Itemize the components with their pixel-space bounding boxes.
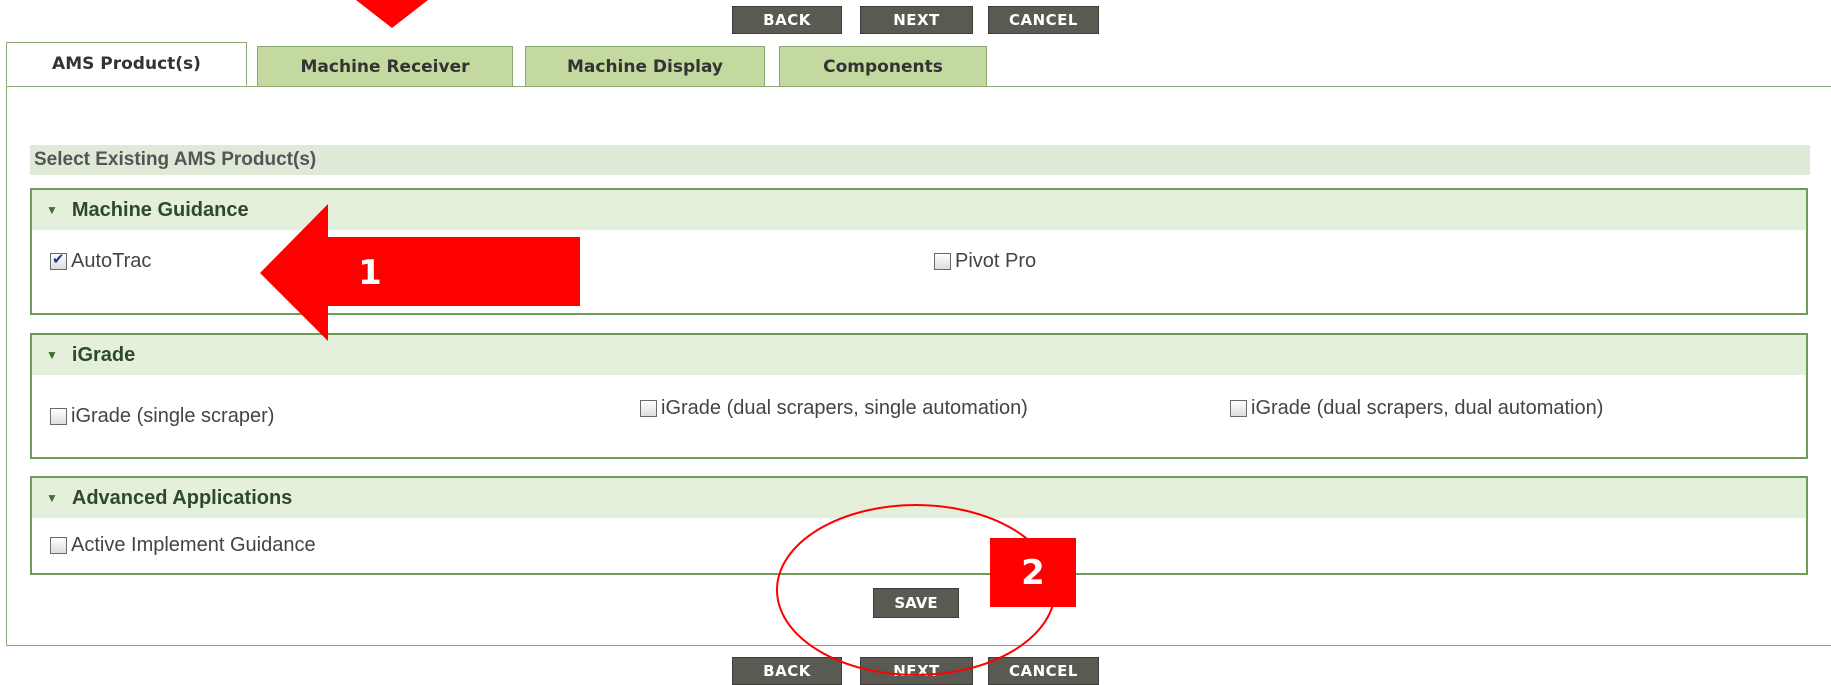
- collapse-triangle-icon[interactable]: ▼: [46, 348, 58, 362]
- option-label: AutoTrac: [71, 250, 152, 272]
- bottom-next-button[interactable]: NEXT: [860, 657, 973, 685]
- checkbox-checked-icon[interactable]: [50, 250, 67, 270]
- top-next-button[interactable]: NEXT: [860, 6, 973, 34]
- top-cancel-button[interactable]: CANCEL: [988, 6, 1099, 34]
- checkbox-icon[interactable]: [50, 408, 67, 425]
- group-header[interactable]: ▼ Machine Guidance: [32, 190, 1806, 230]
- checkbox-icon[interactable]: [640, 400, 657, 417]
- option-pivot-pro[interactable]: Pivot Pro: [934, 250, 1036, 273]
- group-igrade: ▼ iGrade iGrade (single scraper) iGrade …: [30, 333, 1808, 459]
- group-machine-guidance: ▼ Machine Guidance AutoTrac Pivot Pro: [30, 188, 1808, 315]
- option-label: Pivot Pro: [955, 250, 1037, 272]
- save-button[interactable]: SAVE: [873, 588, 959, 618]
- checkbox-icon[interactable]: [1230, 400, 1247, 417]
- group-advanced-applications: ▼ Advanced Applications Active Implement…: [30, 476, 1808, 575]
- tab-ams-products[interactable]: AMS Product(s): [6, 42, 247, 86]
- group-title: iGrade: [71, 343, 136, 366]
- annotation-label-1: 1: [358, 253, 382, 293]
- top-back-button[interactable]: BACK: [732, 6, 842, 34]
- bottom-back-button[interactable]: BACK: [732, 657, 842, 685]
- option-igrade-dual-dual[interactable]: iGrade (dual scrapers, dual automation): [1230, 397, 1603, 420]
- tab-components[interactable]: Components: [779, 46, 987, 86]
- option-active-implement-guidance[interactable]: Active Implement Guidance: [50, 534, 316, 557]
- option-label: iGrade (dual scrapers, dual automation): [1251, 397, 1604, 419]
- collapse-triangle-icon[interactable]: ▼: [46, 203, 58, 217]
- checkbox-icon[interactable]: [50, 537, 67, 554]
- tab-machine-display[interactable]: Machine Display: [525, 46, 765, 86]
- option-igrade-single[interactable]: iGrade (single scraper): [50, 405, 274, 428]
- group-title: Machine Guidance: [71, 198, 249, 221]
- tab-machine-receiver[interactable]: Machine Receiver: [257, 46, 513, 86]
- option-label: iGrade (single scraper): [71, 405, 275, 427]
- group-header[interactable]: ▼ iGrade: [32, 335, 1806, 375]
- red-arrow-top-icon: [356, 0, 428, 28]
- option-igrade-dual-single[interactable]: iGrade (dual scrapers, single automation…: [640, 397, 1028, 420]
- collapse-triangle-icon[interactable]: ▼: [46, 491, 58, 505]
- group-title: Advanced Applications: [71, 486, 293, 509]
- annotation-label-2: 2: [990, 538, 1076, 607]
- bottom-cancel-button[interactable]: CANCEL: [988, 657, 1099, 685]
- checkbox-icon[interactable]: [934, 253, 951, 270]
- group-header[interactable]: ▼ Advanced Applications: [32, 478, 1806, 518]
- option-label: Active Implement Guidance: [71, 534, 316, 556]
- section-title: Select Existing AMS Product(s): [30, 145, 1810, 175]
- option-label: iGrade (dual scrapers, single automation…: [661, 397, 1028, 419]
- option-autotrac[interactable]: AutoTrac: [50, 250, 151, 273]
